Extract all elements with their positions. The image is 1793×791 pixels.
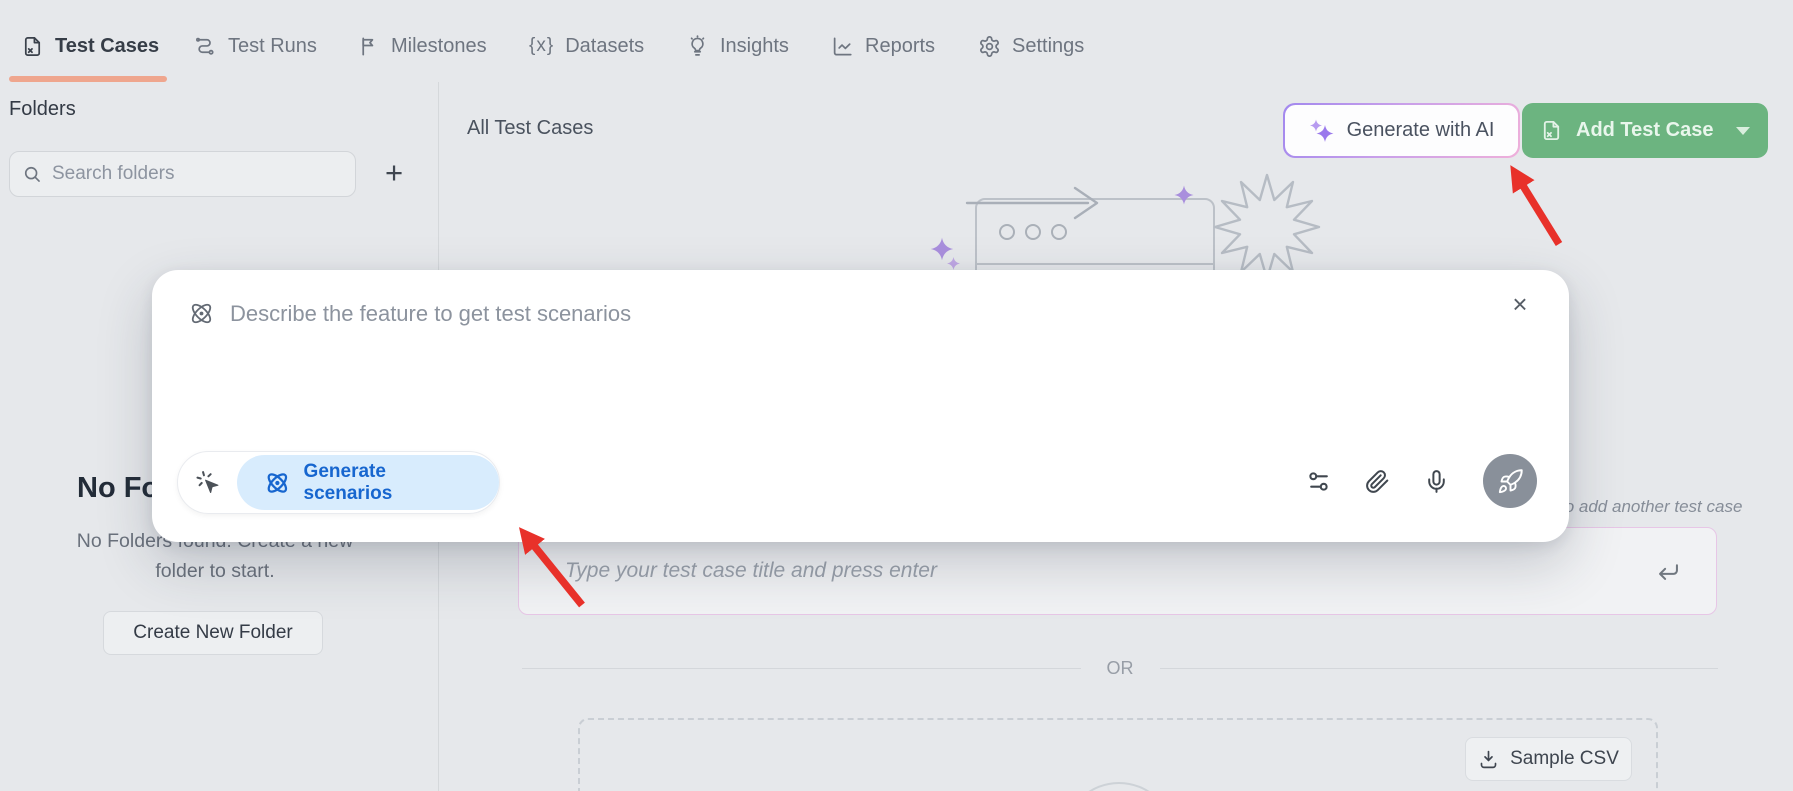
tab-label: Reports: [865, 34, 936, 57]
prompt-placeholder: Describe the feature to get test scenari…: [230, 300, 632, 326]
test-case-title-input[interactable]: [565, 559, 1655, 583]
app-window: Test Cases Test Runs Milestones {x} Data…: [0, 0, 1793, 791]
add-another-hint: to add another test case: [1560, 497, 1743, 516]
add-test-case-button[interactable]: Add Test Case: [1522, 103, 1768, 158]
add-test-case-icon: [1543, 120, 1560, 141]
folder-search[interactable]: [9, 151, 356, 197]
sliders-icon[interactable]: [1306, 469, 1331, 494]
page-title: All Test Cases: [467, 117, 594, 139]
reports-icon: [833, 36, 852, 56]
arrow-to-generate-ai: [1510, 165, 1563, 246]
ai-scenario-modal: Describe the feature to get test scenari…: [152, 270, 1569, 542]
or-label: OR: [1106, 657, 1134, 678]
tab-datasets[interactable]: {x} Datasets: [529, 24, 644, 68]
search-folders-input[interactable]: [51, 163, 343, 185]
top-navigation: Test Cases Test Runs Milestones {x} Data…: [0, 0, 1793, 82]
microphone-icon[interactable]: [1424, 469, 1449, 494]
csv-dropzone[interactable]: Sample CSV: [578, 718, 1658, 791]
tab-insights[interactable]: Insights: [686, 24, 789, 68]
search-icon: [24, 166, 40, 182]
download-icon: [1480, 750, 1497, 768]
sparkle-icon: [1174, 185, 1194, 205]
send-rocket-button[interactable]: [1483, 454, 1537, 508]
tab-milestones[interactable]: Milestones: [357, 24, 487, 68]
sparkle-icon: [947, 257, 960, 270]
add-test-case-label: Add Test Case: [1576, 119, 1714, 141]
insights-icon: [690, 34, 705, 56]
sample-csv-button[interactable]: Sample CSV: [1465, 737, 1632, 781]
paperclip-icon[interactable]: [1365, 469, 1390, 494]
test-cases-icon: [24, 36, 41, 56]
test-runs-icon: [196, 37, 214, 55]
add-test-case-dropdown-caret[interactable]: [1736, 126, 1750, 135]
atom-icon: [191, 303, 212, 324]
ai-sparkles-icon: [1309, 119, 1334, 142]
no-folders-line2: folder to start.: [155, 560, 275, 582]
datasets-icon: {x}: [529, 35, 555, 56]
milestone-icon: [362, 36, 374, 56]
magic-click-icon[interactable]: [195, 469, 222, 497]
folders-title: Folders: [9, 98, 76, 120]
active-tab-underline: [9, 76, 167, 82]
dropzone-circle-illustration: [1063, 782, 1175, 791]
generate-controls: Generate scenarios: [177, 451, 500, 514]
generate-with-ai-button[interactable]: Generate with AI: [1283, 103, 1521, 158]
starburst-illustration: [1213, 173, 1321, 281]
divider-line: [522, 667, 1081, 669]
tab-label: Test Runs: [228, 34, 317, 57]
scenario-prompt-input[interactable]: Describe the feature to get test scenari…: [188, 300, 631, 327]
settings-gear-icon: [980, 35, 999, 57]
sample-csv-label: Sample CSV: [1510, 748, 1619, 769]
tab-label: Insights: [720, 34, 789, 57]
arrow-illustration: [965, 186, 1099, 220]
or-divider: OR: [522, 655, 1718, 681]
atom-icon: [267, 472, 287, 493]
add-folder-button[interactable]: +: [374, 150, 414, 196]
divider-line: [1159, 667, 1718, 669]
generate-with-ai-label: Generate with AI: [1346, 119, 1495, 141]
tab-reports[interactable]: Reports: [831, 24, 935, 68]
enter-key-icon: [1659, 563, 1678, 580]
tab-test-runs[interactable]: Test Runs: [194, 24, 317, 68]
generate-scenarios-label: Generate scenarios: [303, 460, 393, 504]
tab-settings[interactable]: Settings: [978, 24, 1084, 68]
tab-label: Settings: [1012, 34, 1085, 57]
modal-action-icons: [1306, 446, 1537, 516]
generate-scenarios-button[interactable]: Generate scenarios: [236, 455, 499, 510]
create-new-folder-button[interactable]: Create New Folder: [103, 611, 323, 655]
tab-test-cases[interactable]: Test Cases: [21, 24, 159, 68]
tab-label: Milestones: [391, 34, 487, 57]
tab-label: Datasets: [565, 34, 645, 57]
rocket-icon: [1498, 468, 1523, 493]
tab-label: Test Cases: [55, 34, 160, 57]
close-icon[interactable]: ×: [1504, 288, 1536, 320]
